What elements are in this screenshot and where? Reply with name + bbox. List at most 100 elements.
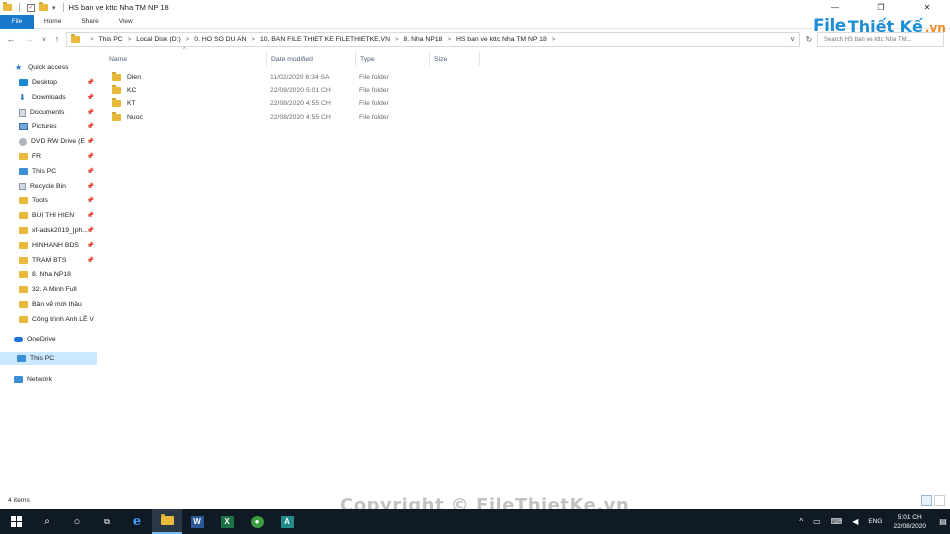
- clock[interactable]: 5:01 CH 22/08/2020: [893, 513, 926, 531]
- tab-home[interactable]: Home: [34, 15, 71, 29]
- large-icons-view-icon[interactable]: [934, 495, 945, 506]
- sidebar-item-tram-bts[interactable]: TRAM BTS 📌: [19, 254, 97, 267]
- breadcrumb-separator-icon[interactable]: >: [90, 37, 94, 43]
- language-indicator[interactable]: ENG: [868, 518, 882, 525]
- breadcrumb-current-folder[interactable]: HS ban ve kttc Nha TM NP 18: [456, 36, 547, 43]
- column-header-date[interactable]: Date modified: [271, 53, 355, 65]
- task-view-icon[interactable]: ⧉: [92, 509, 122, 534]
- folder-icon: [19, 212, 28, 219]
- sidebar-item-pictures[interactable]: Pictures 📌: [19, 120, 97, 133]
- sidebar-item-label: Desktop: [32, 79, 57, 86]
- breadcrumb-ho-so-du-an[interactable]: 0. HO SO DU AN: [194, 36, 246, 43]
- title-bar: ✓ ▾ HS ban ve kttc Nha TM NP 18 — ❐ ✕: [0, 0, 950, 15]
- address-bar[interactable]: > This PC > Local Disk (D:) > 0. HO SO D…: [66, 32, 800, 47]
- volume-icon[interactable]: ◀: [852, 517, 858, 526]
- breadcrumb-this-pc[interactable]: This PC: [99, 36, 123, 43]
- sidebar-item-ban-ve-moi-thau[interactable]: Bản vẽ mời thầu: [19, 298, 97, 311]
- tab-file[interactable]: File: [0, 14, 34, 29]
- breadcrumb-separator-icon[interactable]: >: [128, 37, 132, 43]
- sidebar-item-documents[interactable]: Documents 📌: [19, 106, 97, 119]
- sidebar-item-hinhanh-bds[interactable]: HINHANH BDS 📌: [19, 239, 97, 252]
- breadcrumb-separator-icon[interactable]: >: [251, 37, 255, 43]
- column-divider[interactable]: [479, 51, 480, 66]
- show-hidden-icons-chevron-icon[interactable]: ^: [799, 517, 803, 526]
- sidebar-item-onedrive[interactable]: OneDrive: [14, 333, 97, 346]
- search-input[interactable]: Search HS ban ve kttc Nha TM...: [817, 32, 944, 47]
- documents-icon: [19, 108, 26, 117]
- column-divider[interactable]: [266, 51, 267, 66]
- sidebar-item-recycle-bin[interactable]: Recycle Bin 📌: [19, 180, 97, 193]
- sidebar-item-tools[interactable]: Tools 📌: [19, 194, 97, 207]
- column-divider[interactable]: [429, 51, 430, 66]
- download-icon: ⬇: [19, 93, 26, 102]
- sidebar-item-this-pc-pinned[interactable]: This PC 📌: [19, 165, 97, 178]
- divider: [19, 3, 20, 12]
- sidebar-item-label: Recycle Bin: [30, 183, 66, 190]
- sidebar-item-label: 32. A Minh Full: [32, 286, 77, 293]
- maximize-button[interactable]: ❐: [858, 0, 904, 15]
- sidebar-item-cong-trinh-anh-le[interactable]: Công trình Anh LÊ V: [19, 313, 97, 326]
- cortana-icon[interactable]: ○: [62, 509, 92, 534]
- onedrive-icon: [14, 337, 23, 342]
- network-icon[interactable]: ⌨: [831, 517, 843, 526]
- battery-icon[interactable]: ▭: [813, 517, 821, 526]
- file-row-dien[interactable]: Dien 11/02/2020 6:34 SA File folder: [108, 71, 407, 84]
- forward-arrow-icon[interactable]: →: [23, 31, 35, 47]
- properties-icon[interactable]: ✓: [27, 3, 35, 12]
- sidebar-item-desktop[interactable]: Desktop 📌: [19, 76, 97, 89]
- file-row-nuoc[interactable]: Nuoc 22/08/2020 4:55 CH File folder: [108, 111, 407, 124]
- folder-icon: [71, 34, 80, 43]
- details-view-icon[interactable]: [921, 495, 932, 506]
- new-folder-icon[interactable]: [39, 2, 48, 11]
- sidebar-item-fr[interactable]: FR 📌: [19, 150, 97, 163]
- search-icon[interactable]: ⌕: [32, 509, 62, 534]
- breadcrumb-local-disk[interactable]: Local Disk (D:): [136, 36, 181, 43]
- customize-toolbar-chevron-icon[interactable]: ▾: [52, 4, 56, 12]
- sidebar-item-network[interactable]: Network: [14, 373, 97, 386]
- column-divider[interactable]: [355, 51, 356, 66]
- tab-share[interactable]: Share: [71, 15, 108, 29]
- edge-icon[interactable]: e: [122, 509, 152, 534]
- system-tray: ^ ▭ ⌨ ◀ ENG 5:01 CH 22/08/2020 ▤: [794, 509, 950, 534]
- close-button[interactable]: ✕: [904, 0, 950, 15]
- sidebar-item-nha-np18[interactable]: 8. Nha NP18: [19, 268, 97, 281]
- folder-icon: [112, 98, 121, 107]
- file-name: KC: [127, 87, 137, 94]
- column-header-type[interactable]: Type: [360, 53, 430, 65]
- breadcrumb-ban-file-thiet-ke[interactable]: 10. BAN FILE THIET KE FILETHIETKE.VN: [260, 36, 390, 43]
- word-icon[interactable]: W: [182, 509, 212, 534]
- address-history-chevron-icon[interactable]: ∨: [790, 35, 795, 43]
- breadcrumb-nha-np18[interactable]: 8. Nha NP18: [404, 36, 443, 43]
- breadcrumb-separator-icon[interactable]: >: [552, 37, 556, 43]
- tab-view[interactable]: View: [109, 15, 143, 29]
- recycle-bin-icon: [19, 183, 26, 190]
- file-row-kc[interactable]: KC 22/08/2020 5:01 CH File folder: [108, 84, 407, 97]
- notification-icon[interactable]: ▤: [936, 517, 950, 526]
- sidebar-item-downloads[interactable]: ⬇ Downloads 📌: [19, 91, 97, 104]
- sidebar-item-label: DVD RW Drive (E: [31, 138, 85, 145]
- breadcrumb-separator-icon[interactable]: >: [395, 37, 399, 43]
- file-explorer-taskbar-icon[interactable]: [152, 509, 182, 534]
- autocad-icon[interactable]: A: [272, 509, 302, 534]
- excel-icon[interactable]: X: [212, 509, 242, 534]
- sidebar-item-bui-thi-hien[interactable]: BUI THI HIEN 📌: [19, 209, 97, 222]
- quick-access[interactable]: ★ Quick access: [15, 61, 97, 74]
- file-row-kt[interactable]: KT 22/08/2020 4:55 CH File folder: [108, 97, 407, 110]
- breadcrumb-separator-icon[interactable]: >: [186, 37, 190, 43]
- back-arrow-icon[interactable]: ←: [5, 31, 17, 47]
- chrome-icon[interactable]: ●: [242, 509, 272, 534]
- file-name: Nuoc: [127, 114, 143, 121]
- start-button[interactable]: [0, 509, 32, 534]
- sidebar-item-xf-adsk2019[interactable]: xf-adsk2019_[ph... 📌: [19, 224, 97, 237]
- sidebar-item-this-pc[interactable]: This PC: [0, 352, 97, 365]
- breadcrumb-separator-icon[interactable]: >: [447, 37, 451, 43]
- column-header-name[interactable]: Name: [109, 53, 267, 65]
- recent-locations-chevron-icon[interactable]: ∨: [38, 31, 50, 47]
- sidebar-item-label: FR: [32, 153, 42, 160]
- up-arrow-icon[interactable]: ↑: [51, 31, 63, 47]
- minimize-button[interactable]: —: [812, 0, 858, 15]
- refresh-icon[interactable]: ↻: [803, 32, 815, 47]
- sidebar-item-a-minh-full[interactable]: 32. A Minh Full: [19, 283, 97, 296]
- sidebar-item-dvd-drive[interactable]: DVD RW Drive (E 📌: [19, 135, 97, 148]
- column-header-size[interactable]: Size: [434, 53, 479, 65]
